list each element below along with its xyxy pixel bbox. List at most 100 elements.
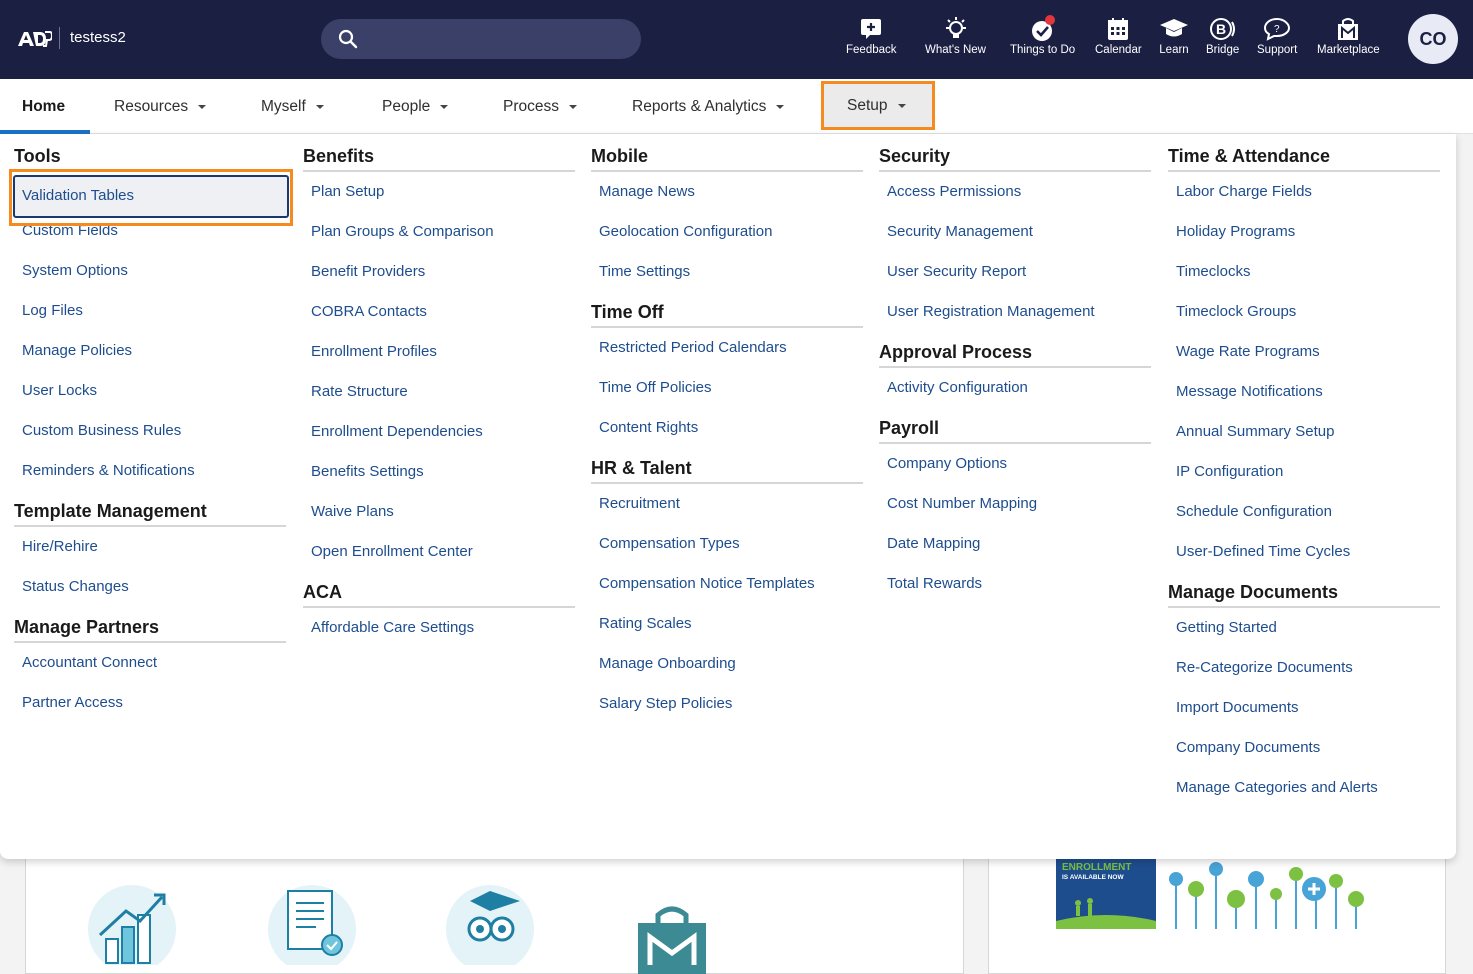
chevron-down-icon	[897, 104, 906, 108]
section-security: Security Access Permissions Security Man…	[879, 146, 1151, 332]
menu-column-3: Mobile Manage News Geolocation Configura…	[591, 146, 863, 724]
link-company-documents[interactable]: Company Documents	[1168, 728, 1440, 768]
link-enrollment-profiles[interactable]: Enrollment Profiles	[303, 332, 575, 372]
avatar[interactable]: CO	[1408, 14, 1458, 64]
bridge-icon: B	[1209, 18, 1235, 40]
nav-myself[interactable]: Myself	[261, 79, 324, 134]
link-salary-step-policies[interactable]: Salary Step Policies	[591, 684, 863, 724]
link-accountant-connect[interactable]: Accountant Connect	[14, 643, 286, 683]
link-user-locks[interactable]: User Locks	[14, 371, 286, 411]
link-system-options[interactable]: System Options	[14, 251, 286, 291]
link-message-notifications[interactable]: Message Notifications	[1168, 372, 1440, 412]
menu-column-5: Time & Attendance Labor Charge Fields Ho…	[1168, 146, 1440, 808]
section-title: Approval Process	[879, 342, 1151, 368]
svg-text:IS AVAILABLE NOW: IS AVAILABLE NOW	[1062, 874, 1124, 881]
calendar-button[interactable]: Calendar	[1095, 14, 1142, 56]
enrollment-banner[interactable]: ENROLLMENT IS AVAILABLE NOW	[1056, 859, 1374, 929]
link-schedule-configuration[interactable]: Schedule Configuration	[1168, 492, 1440, 532]
link-manage-news[interactable]: Manage News	[591, 172, 863, 212]
link-geolocation-configuration[interactable]: Geolocation Configuration	[591, 212, 863, 252]
link-enrollment-dependencies[interactable]: Enrollment Dependencies	[303, 412, 575, 452]
link-access-permissions[interactable]: Access Permissions	[879, 172, 1151, 212]
link-annual-summary-setup[interactable]: Annual Summary Setup	[1168, 412, 1440, 452]
link-time-off-policies[interactable]: Time Off Policies	[591, 368, 863, 408]
link-rating-scales[interactable]: Rating Scales	[591, 604, 863, 644]
link-partner-access[interactable]: Partner Access	[14, 683, 286, 723]
nav-people[interactable]: People	[382, 79, 449, 134]
link-security-management[interactable]: Security Management	[879, 212, 1151, 252]
chevron-down-icon	[198, 105, 207, 109]
link-hire-rehire[interactable]: Hire/Rehire	[14, 527, 286, 567]
link-getting-started[interactable]: Getting Started	[1168, 608, 1440, 648]
link-content-rights[interactable]: Content Rights	[591, 408, 863, 448]
link-waive-plans[interactable]: Waive Plans	[303, 492, 575, 532]
link-benefit-providers[interactable]: Benefit Providers	[303, 252, 575, 292]
link-total-rewards[interactable]: Total Rewards	[879, 564, 1151, 604]
support-button[interactable]: ? Support	[1257, 14, 1297, 56]
things-to-do-button[interactable]: Things to Do	[1010, 14, 1075, 56]
link-ip-configuration[interactable]: IP Configuration	[1168, 452, 1440, 492]
link-cobra-contacts[interactable]: COBRA Contacts	[303, 292, 575, 332]
link-plan-groups-comparison[interactable]: Plan Groups & Comparison	[303, 212, 575, 252]
growth-chart-icon	[88, 885, 176, 965]
link-compensation-types[interactable]: Compensation Types	[591, 524, 863, 564]
nav-resources[interactable]: Resources	[114, 79, 207, 134]
nav-process[interactable]: Process	[503, 79, 577, 134]
link-user-registration-management[interactable]: User Registration Management	[879, 292, 1151, 332]
link-holiday-programs[interactable]: Holiday Programs	[1168, 212, 1440, 252]
link-company-options[interactable]: Company Options	[879, 444, 1151, 484]
link-custom-business-rules[interactable]: Custom Business Rules	[14, 411, 286, 451]
svg-text:B: B	[1216, 21, 1226, 37]
link-import-documents[interactable]: Import Documents	[1168, 688, 1440, 728]
link-user-security-report[interactable]: User Security Report	[879, 252, 1151, 292]
section-time-attendance: Time & Attendance Labor Charge Fields Ho…	[1168, 146, 1440, 572]
link-wage-rate-programs[interactable]: Wage Rate Programs	[1168, 332, 1440, 372]
link-activity-configuration[interactable]: Activity Configuration	[879, 368, 1151, 408]
feedback-button[interactable]: Feedback	[846, 14, 897, 56]
nav-reports-analytics[interactable]: Reports & Analytics	[632, 79, 785, 134]
link-re-categorize-documents[interactable]: Re-Categorize Documents	[1168, 648, 1440, 688]
link-manage-onboarding[interactable]: Manage Onboarding	[591, 644, 863, 684]
search-input[interactable]	[321, 19, 641, 59]
link-benefits-settings[interactable]: Benefits Settings	[303, 452, 575, 492]
link-recruitment[interactable]: Recruitment	[591, 484, 863, 524]
whats-new-button[interactable]: What's New	[925, 14, 986, 56]
learn-button[interactable]: Learn	[1159, 14, 1189, 56]
link-timeclock-groups[interactable]: Timeclock Groups	[1168, 292, 1440, 332]
chat-bubble-icon: ?	[1264, 17, 1291, 41]
link-affordable-care-settings[interactable]: Affordable Care Settings	[303, 608, 575, 648]
top-header: testess2 Feedback What's New Things to D…	[0, 0, 1473, 79]
setup-dropdown-menu: Tools Validation Tables Custom Fields Sy…	[0, 134, 1456, 859]
link-open-enrollment-center[interactable]: Open Enrollment Center	[303, 532, 575, 572]
nav-home[interactable]: Home	[22, 79, 65, 134]
link-reminders-notifications[interactable]: Reminders & Notifications	[14, 451, 286, 491]
svg-text:ENROLLMENT: ENROLLMENT	[1062, 862, 1131, 873]
link-restricted-period-calendars[interactable]: Restricted Period Calendars	[591, 328, 863, 368]
bridge-button[interactable]: B Bridge	[1206, 14, 1239, 56]
link-cost-number-mapping[interactable]: Cost Number Mapping	[879, 484, 1151, 524]
company-name: testess2	[70, 29, 126, 46]
section-time-off: Time Off Restricted Period Calendars Tim…	[591, 302, 863, 448]
feedback-icon	[861, 19, 882, 39]
marketplace-button[interactable]: Marketplace	[1317, 14, 1380, 56]
link-manage-categories-alerts[interactable]: Manage Categories and Alerts	[1168, 768, 1440, 808]
link-log-files[interactable]: Log Files	[14, 291, 286, 331]
link-timeclocks[interactable]: Timeclocks	[1168, 252, 1440, 292]
section-title: Mobile	[591, 146, 863, 172]
lightbulb-icon	[945, 17, 966, 38]
link-date-mapping[interactable]: Date Mapping	[879, 524, 1151, 564]
link-user-defined-time-cycles[interactable]: User-Defined Time Cycles	[1168, 532, 1440, 572]
link-rate-structure[interactable]: Rate Structure	[303, 372, 575, 412]
shopping-bag-icon	[1338, 18, 1359, 40]
nav-setup[interactable]: Setup	[821, 81, 935, 130]
link-time-settings[interactable]: Time Settings	[591, 252, 863, 292]
link-labor-charge-fields[interactable]: Labor Charge Fields	[1168, 172, 1440, 212]
calendar-icon	[1108, 18, 1129, 40]
section-title: Time Off	[591, 302, 863, 328]
link-compensation-notice-templates[interactable]: Compensation Notice Templates	[591, 564, 863, 604]
adp-logo[interactable]	[16, 29, 52, 49]
document-check-icon	[268, 885, 356, 965]
link-plan-setup[interactable]: Plan Setup	[303, 172, 575, 212]
link-manage-policies[interactable]: Manage Policies	[14, 331, 286, 371]
link-status-changes[interactable]: Status Changes	[14, 567, 286, 607]
